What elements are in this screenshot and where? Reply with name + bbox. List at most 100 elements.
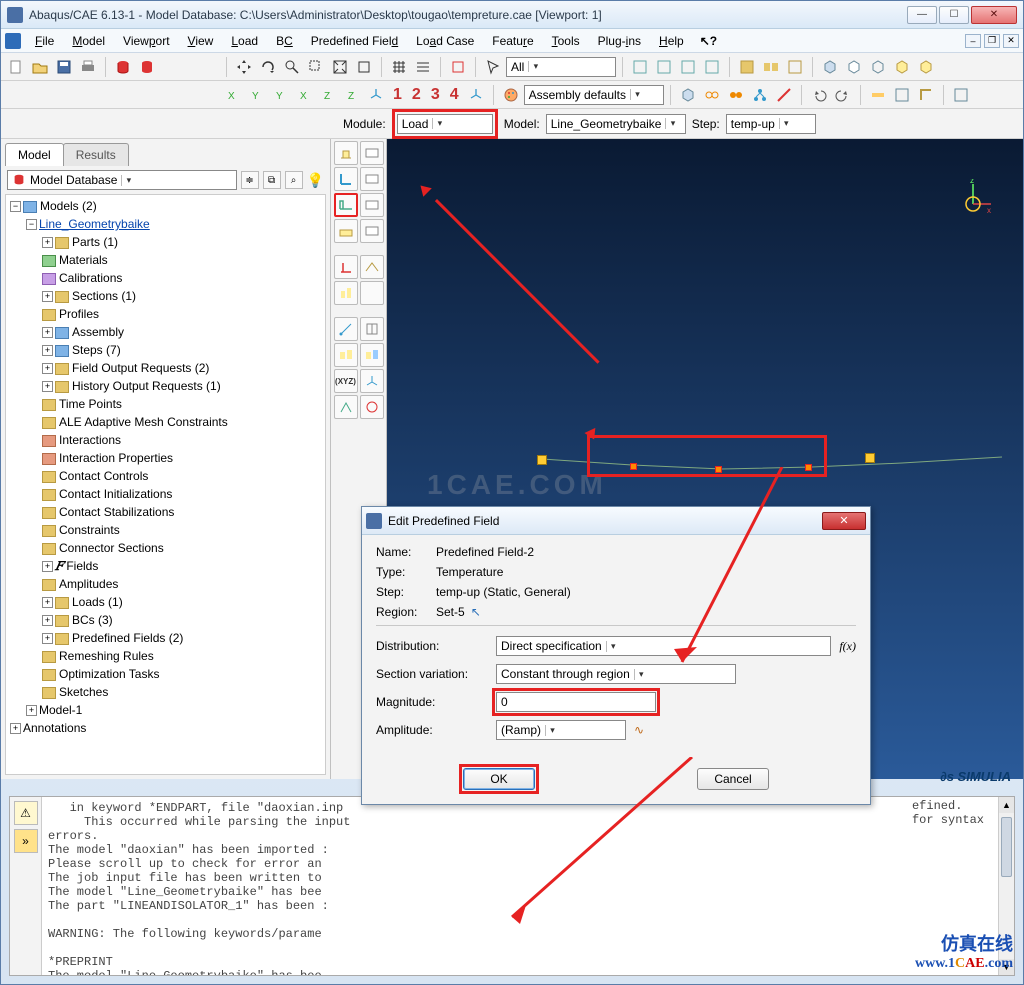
view-preset-2[interactable]: 2 (408, 86, 425, 104)
t2-icon[interactable] (760, 56, 782, 78)
menu-load[interactable]: Load (223, 31, 266, 51)
menu-model[interactable]: Model (64, 31, 113, 51)
circ1-icon[interactable] (701, 84, 723, 106)
menu-plugins[interactable]: Plug-ins (590, 31, 649, 51)
model-db-combo[interactable]: Model Database▾ (7, 170, 237, 190)
cursor-icon[interactable] (482, 56, 504, 78)
window-minimize-button[interactable]: — (907, 6, 937, 24)
window-maximize-button[interactable]: ☐ (939, 6, 969, 24)
tree-annotations[interactable]: Annotations (23, 721, 86, 735)
open-icon[interactable] (29, 56, 51, 78)
cube1-icon[interactable] (819, 56, 841, 78)
menu-tools[interactable]: Tools (544, 31, 588, 51)
edit-region-icon[interactable]: ↖ (471, 605, 481, 619)
model-db-icon[interactable] (112, 56, 134, 78)
view-preset-4[interactable]: 4 (446, 86, 463, 104)
yview-icon[interactable]: Y (245, 84, 267, 106)
tool-create-load-icon[interactable] (334, 141, 358, 165)
tool-manage-load-case-icon[interactable] (360, 219, 384, 243)
tool-b2-icon[interactable] (360, 281, 384, 305)
window-close-button[interactable]: ✕ (971, 6, 1017, 24)
tool-create-bc-icon[interactable] (334, 167, 358, 191)
cube2-icon[interactable] (843, 56, 865, 78)
tree-fields[interactable]: Fields (66, 559, 98, 573)
tree-loads[interactable]: Loads (1) (72, 595, 123, 609)
zoom-icon[interactable] (281, 56, 303, 78)
xview-icon[interactable]: X (221, 84, 243, 106)
t3-icon[interactable] (784, 56, 806, 78)
tool-partition-icon[interactable] (360, 317, 384, 341)
undo-icon[interactable] (808, 84, 830, 106)
message-log[interactable]: in keyword *ENDPART, file "daoxian.inp T… (42, 797, 998, 975)
tree-time-points[interactable]: Time Points (59, 397, 122, 411)
tree-connector-sections[interactable]: Connector Sections (59, 541, 164, 555)
diag-icon[interactable] (773, 84, 795, 106)
network-icon[interactable] (749, 84, 771, 106)
tree-copy-icon[interactable]: ⧉ (263, 171, 281, 189)
cancel-button[interactable]: Cancel (697, 768, 769, 790)
tree-model-line-geometrybaike[interactable]: Line_Geometrybaike (39, 217, 150, 231)
tree-parts[interactable]: Parts (1) (72, 235, 118, 249)
view-preset-3[interactable]: 3 (427, 86, 444, 104)
tree-model-1[interactable]: Model-1 (39, 703, 82, 717)
model-combo[interactable]: Line_Geometrybaike▾ (546, 114, 686, 134)
tool-c1-icon[interactable] (334, 343, 358, 367)
g1-icon[interactable] (867, 84, 889, 106)
view-selector-combo[interactable]: All▾ (506, 57, 616, 77)
tree-field-output[interactable]: Field Output Requests (2) (72, 361, 209, 375)
context-help-icon[interactable]: ↖? (700, 34, 717, 48)
tree-optimization[interactable]: Optimization Tasks (59, 667, 159, 681)
ok-button[interactable]: OK (463, 768, 535, 790)
box-zoom-icon[interactable] (305, 56, 327, 78)
menu-help[interactable]: Help (651, 31, 692, 51)
zview-icon[interactable]: Z (317, 84, 339, 106)
tool-csys-icon[interactable] (360, 369, 384, 393)
messages-warning-icon[interactable]: ⚠ (14, 801, 38, 825)
cube3-icon[interactable] (867, 56, 889, 78)
g2-icon[interactable] (891, 84, 913, 106)
tree-contact-controls[interactable]: Contact Controls (59, 469, 148, 483)
tree-interactions[interactable]: Interactions (59, 433, 121, 447)
assm-cube-icon[interactable] (677, 84, 699, 106)
xview2-icon[interactable]: X (293, 84, 315, 106)
menu-predefined-field[interactable]: Predefined Field (303, 31, 406, 51)
tool-a1-icon[interactable] (334, 255, 358, 279)
tree-interaction-properties[interactable]: Interaction Properties (59, 451, 173, 465)
model-tree[interactable]: −Models (2) −Line_Geometrybaike +Parts (… (5, 194, 326, 775)
tool-manage-predefined-field-icon[interactable] (360, 193, 384, 217)
step-combo[interactable]: temp-up▾ (726, 114, 816, 134)
new-icon[interactable] (5, 56, 27, 78)
magnitude-input[interactable] (496, 692, 656, 712)
tool-xyz-icon[interactable]: (XYZ) (334, 369, 358, 393)
tool-c2-icon[interactable] (360, 343, 384, 367)
cube4-icon[interactable] (891, 56, 913, 78)
tree-contact-stabilizations[interactable]: Contact Stabilizations (59, 505, 174, 519)
tree-contact-initializations[interactable]: Contact Initializations (59, 487, 172, 501)
zview2-icon[interactable]: Z (341, 84, 363, 106)
r4-icon[interactable] (701, 56, 723, 78)
mdi-restore-button[interactable]: ❐ (984, 34, 1000, 48)
tree-search-icon[interactable]: ⌕ (285, 171, 303, 189)
tree-constraints[interactable]: Constraints (59, 523, 120, 537)
cube5-icon[interactable] (915, 56, 937, 78)
tree-filter-icon[interactable]: ≑ (241, 171, 259, 189)
g3-icon[interactable] (915, 84, 937, 106)
tree-sections[interactable]: Sections (1) (72, 289, 136, 303)
yview2-icon[interactable]: Y (269, 84, 291, 106)
tree-models[interactable]: Models (2) (40, 199, 97, 213)
tool-d1-icon[interactable] (334, 395, 358, 419)
tree-steps[interactable]: Steps (7) (72, 343, 121, 357)
r3-icon[interactable] (677, 56, 699, 78)
tree-predefined-fields[interactable]: Predefined Fields (2) (72, 631, 183, 645)
dialog-close-button[interactable]: ✕ (822, 512, 866, 530)
redo-icon[interactable] (832, 84, 854, 106)
grid1-icon[interactable] (388, 56, 410, 78)
circ2-icon[interactable] (725, 84, 747, 106)
tool-manage-load-icon[interactable] (360, 141, 384, 165)
amplitude-combo[interactable]: (Ramp)▾ (496, 720, 626, 740)
rotate-icon[interactable] (257, 56, 279, 78)
distribution-combo[interactable]: Direct specification▾ (496, 636, 831, 656)
auto-fit-icon[interactable] (353, 56, 375, 78)
messages-cli-icon[interactable]: » (14, 829, 38, 853)
tree-history-output[interactable]: History Output Requests (1) (72, 379, 221, 393)
